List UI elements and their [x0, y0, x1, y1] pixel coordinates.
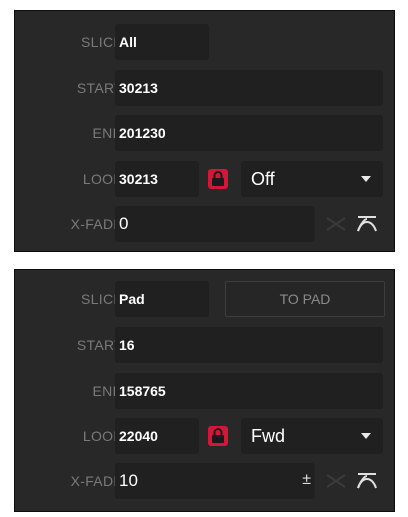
start-row: START 30213 — [15, 70, 394, 106]
slice-row: SLICE All — [15, 24, 394, 60]
end-field[interactable]: 158765 — [115, 373, 383, 409]
xfade-value: 0 — [119, 214, 129, 233]
end-row: END 158765 — [15, 373, 394, 409]
start-row: START 16 — [15, 327, 394, 363]
loop-mode-value: Off — [251, 169, 275, 189]
slice-value: All — [119, 34, 137, 50]
loop-lock-button[interactable] — [208, 169, 228, 189]
xfade-field[interactable]: 10 ± — [115, 463, 315, 499]
start-value: 16 — [119, 337, 135, 353]
to-pad-button[interactable]: TO PAD — [225, 281, 385, 317]
crossfade-linear-icon[interactable] — [325, 472, 347, 490]
xfade-field[interactable]: 0 — [115, 206, 315, 242]
slice-row: SLICE Pad TO PAD — [15, 281, 394, 317]
start-value: 30213 — [119, 80, 158, 96]
crossfade-curve-icon[interactable] — [355, 215, 379, 233]
loop-lock-button[interactable] — [208, 426, 228, 446]
xfade-row: X-FADE 0 — [15, 206, 394, 242]
chevron-down-icon — [361, 433, 371, 439]
loop-field[interactable]: 22040 — [115, 418, 199, 454]
slice-value: Pad — [119, 291, 145, 307]
crossfade-curve-icon[interactable] — [355, 472, 379, 490]
end-row: END 201230 — [15, 115, 394, 151]
slice-field[interactable]: All — [115, 24, 209, 60]
slice-field[interactable]: Pad — [115, 281, 209, 317]
end-field[interactable]: 201230 — [115, 115, 383, 151]
slice-panel-pad: SLICE Pad TO PAD START 16 END 158765 LOO… — [14, 269, 395, 512]
loop-mode-dropdown[interactable]: Fwd — [241, 418, 383, 454]
loop-mode-value: Fwd — [251, 426, 286, 446]
xfade-value: 10 — [119, 471, 138, 490]
start-field[interactable]: 30213 — [115, 70, 383, 106]
lock-icon — [212, 428, 224, 443]
end-value: 201230 — [119, 125, 166, 141]
start-field[interactable]: 16 — [115, 327, 383, 363]
xfade-row: X-FADE 10 ± — [15, 463, 394, 499]
end-value: 158765 — [119, 383, 166, 399]
chevron-down-icon — [361, 176, 371, 182]
loop-value: 30213 — [119, 171, 158, 187]
loop-field[interactable]: 30213 — [115, 161, 199, 197]
loop-mode-dropdown[interactable]: Off — [241, 161, 383, 197]
crossfade-linear-icon[interactable] — [325, 215, 347, 233]
plus-minus-icon[interactable]: ± — [302, 463, 311, 497]
lock-icon — [212, 171, 224, 186]
loop-value: 22040 — [119, 428, 158, 444]
slice-panel-all: SLICE All START 30213 END 201230 LOOP 30… — [14, 10, 395, 252]
loop-row: LOOP 30213 Off — [15, 161, 394, 197]
loop-row: LOOP 22040 Fwd — [15, 418, 394, 454]
